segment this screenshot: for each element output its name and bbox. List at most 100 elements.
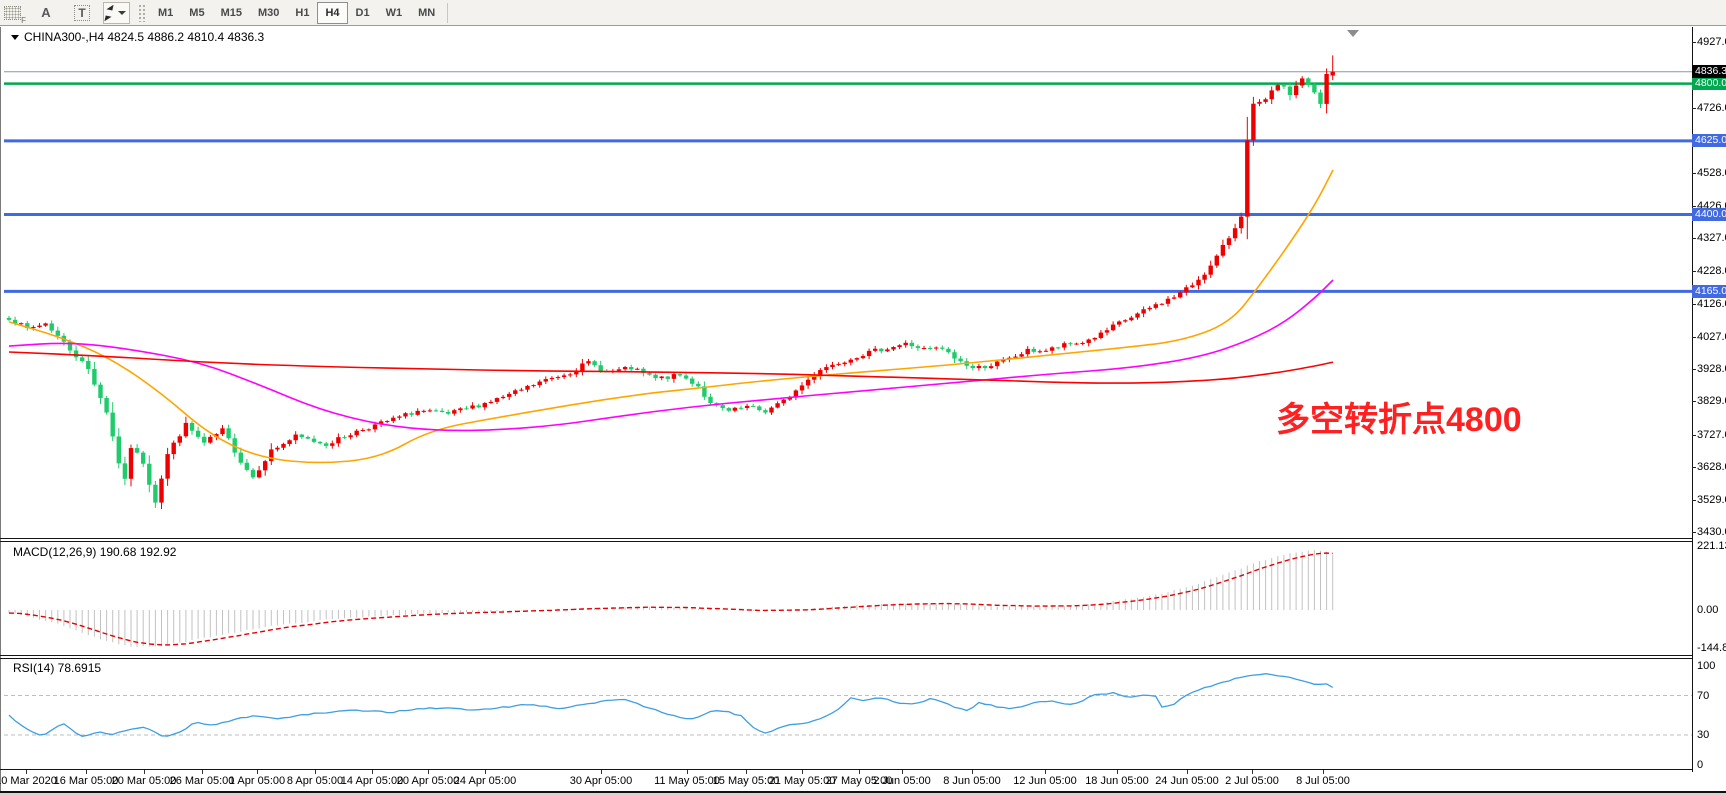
macd-tick-label: 0.00: [1697, 604, 1718, 616]
candle-body: [757, 406, 761, 410]
rsi-tick-label: 30: [1697, 729, 1709, 741]
candle-body: [958, 359, 962, 362]
candle-body: [458, 408, 462, 410]
candle-body: [629, 367, 633, 369]
candle-body: [635, 369, 639, 370]
candle-body: [1154, 304, 1158, 308]
candle-body: [1117, 322, 1121, 325]
candle-body: [519, 390, 523, 391]
candle-body: [769, 408, 773, 413]
rsi-tick-label: 0: [1697, 759, 1703, 771]
candle-body: [922, 348, 926, 349]
candle-body: [562, 375, 566, 377]
candle-body: [897, 345, 901, 347]
candle-body: [275, 448, 279, 450]
candle-body: [1294, 86, 1298, 95]
candle-body: [251, 470, 255, 478]
rsi-panel-splitter[interactable]: [0, 658, 1692, 659]
time-tick-mark: [902, 770, 903, 774]
candle-body: [324, 443, 328, 445]
candle-body: [653, 375, 657, 378]
candle-body: [891, 347, 895, 349]
candle-body: [312, 439, 316, 442]
window-left-edge: [0, 27, 1, 792]
main-panel-border: [0, 538, 1692, 539]
time-tick-label: 11 May 05:00: [654, 775, 720, 787]
candle-body: [690, 379, 694, 384]
candle-body: [477, 405, 481, 407]
level-price-badge: 4400.0: [1692, 208, 1726, 221]
candle-body: [843, 363, 847, 364]
time-tick-mark: [144, 770, 145, 774]
candle-body: [928, 348, 932, 349]
candle-body: [245, 463, 249, 470]
candle-body: [733, 408, 737, 411]
candle-body: [586, 361, 590, 363]
price-tick-mark: [1692, 435, 1696, 436]
price-tick-mark: [1692, 108, 1696, 109]
candle-body: [135, 448, 139, 453]
candle-body: [1074, 344, 1078, 345]
time-tick-label: 8 Jun 05:00: [943, 775, 1001, 787]
macd-panel-splitter[interactable]: [0, 541, 1692, 542]
candle-body: [226, 428, 230, 438]
time-tick-mark: [802, 770, 803, 774]
trading-terminal-window: F A T M1M5M15M30H1H4D1W1MN CHINA300-,H4 …: [0, 0, 1726, 795]
chart-annotation[interactable]: 多空转折点4800: [1276, 392, 1522, 441]
price-tick-mark: [1692, 238, 1696, 239]
time-tick-mark: [202, 770, 203, 774]
candle-body: [1178, 292, 1182, 297]
candle-body: [373, 424, 377, 429]
candle-body: [556, 377, 560, 378]
symbol-title[interactable]: CHINA300-,H4 4824.5 4886.2 4810.4 4836.3: [11, 30, 264, 44]
time-tick-mark: [372, 770, 373, 774]
candle-body: [409, 413, 413, 415]
candle-body: [239, 453, 243, 463]
symbol-ohlc-text: CHINA300-,H4 4824.5 4886.2 4810.4 4836.3: [24, 30, 264, 44]
candle-body: [684, 376, 688, 379]
symbol-dropdown-icon[interactable]: [11, 35, 19, 40]
time-tick-label: 16 Mar 05:00: [54, 775, 119, 787]
candle-body: [1202, 275, 1206, 280]
rsi-line: [9, 674, 1333, 737]
candle-body: [867, 351, 871, 356]
candle-body: [995, 362, 999, 367]
candle-body: [281, 444, 285, 448]
candle-body: [1263, 99, 1267, 102]
candle-body: [98, 385, 102, 398]
candle-body: [782, 400, 786, 404]
candle-body: [348, 435, 352, 437]
time-tick-label: 1 Apr 05:00: [229, 775, 285, 787]
candle-body: [861, 356, 865, 358]
price-tick-label: 4027.0: [1697, 331, 1726, 343]
candle-body: [159, 479, 163, 503]
candle-body: [141, 453, 145, 464]
candle-body: [623, 367, 627, 369]
candle-body: [1251, 104, 1255, 141]
time-tick-label: 18 Jun 05:00: [1085, 775, 1149, 787]
time-tick-label: 26 Mar 05:00: [170, 775, 235, 787]
price-tick-mark: [1692, 337, 1696, 338]
macd-indicator-label: MACD(12,26,9) 190.68 192.92: [13, 545, 176, 559]
candle-body: [464, 408, 468, 409]
candle-body: [416, 411, 420, 415]
candle-body: [855, 358, 859, 360]
candle-body: [1270, 90, 1274, 99]
candle-body: [580, 363, 584, 371]
candle-body: [879, 349, 883, 352]
candle-body: [1099, 333, 1103, 338]
price-tick-label: 4927.0: [1697, 36, 1726, 48]
candle-body: [208, 437, 212, 443]
candle-body: [1239, 217, 1243, 229]
candle-body: [190, 423, 194, 431]
candle-body: [800, 385, 804, 390]
ma-mid-magenta: [9, 280, 1333, 430]
time-tick-mark: [1323, 770, 1324, 774]
current-price-badge: 4836.3: [1692, 65, 1726, 78]
time-tick-mark: [972, 770, 973, 774]
candle-body: [385, 421, 389, 422]
candle-body: [952, 352, 956, 358]
candle-body: [745, 406, 749, 408]
candle-body: [525, 386, 529, 390]
rsi-indicator-label: RSI(14) 78.6915: [13, 661, 101, 675]
